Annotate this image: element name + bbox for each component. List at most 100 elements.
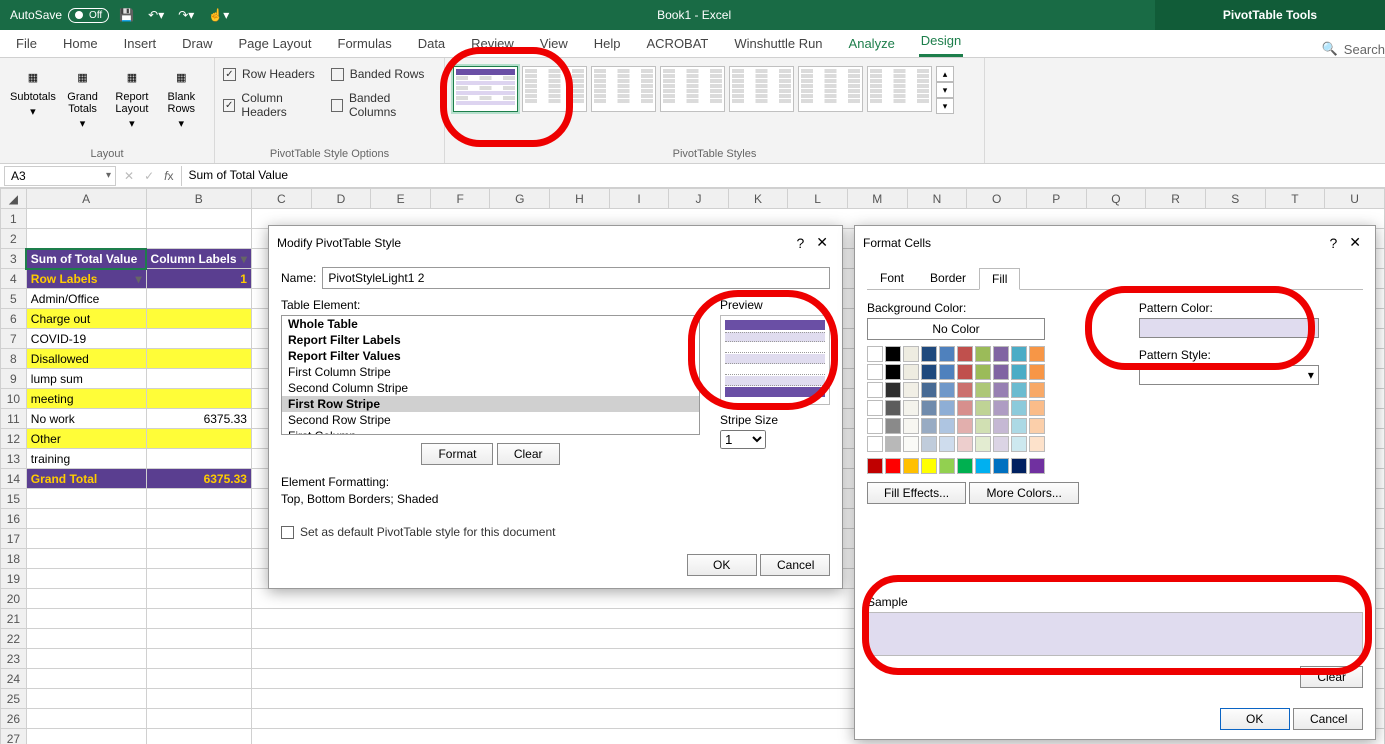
- cell[interactable]: 6375.33: [146, 409, 251, 429]
- fill-effects-button[interactable]: Fill Effects...: [867, 482, 966, 504]
- color-swatch[interactable]: [885, 458, 901, 474]
- cancel-button[interactable]: Cancel: [760, 554, 830, 576]
- row-header[interactable]: 19: [1, 569, 27, 589]
- color-swatch[interactable]: [1011, 382, 1027, 398]
- col-header[interactable]: U: [1325, 189, 1385, 209]
- row-header[interactable]: 1: [1, 209, 27, 229]
- clear-element-button[interactable]: Clear: [497, 443, 560, 465]
- color-swatch[interactable]: [921, 382, 937, 398]
- color-swatch[interactable]: [1029, 400, 1045, 416]
- help-icon[interactable]: ?: [790, 233, 810, 253]
- filter-dropdown-icon[interactable]: ▾: [136, 272, 142, 286]
- cell[interactable]: Admin/Office: [26, 289, 146, 309]
- undo-icon[interactable]: ↶▾: [144, 6, 168, 24]
- color-swatch[interactable]: [867, 364, 883, 380]
- row-header[interactable]: 16: [1, 509, 27, 529]
- gallery-up-button[interactable]: ▴: [936, 66, 954, 82]
- grand-totals-button[interactable]: ▦Grand Totals▾: [58, 62, 107, 133]
- col-header[interactable]: K: [728, 189, 788, 209]
- row-header[interactable]: 20: [1, 589, 27, 609]
- color-swatch[interactable]: [993, 364, 1009, 380]
- color-swatch[interactable]: [993, 436, 1009, 452]
- tab-border[interactable]: Border: [917, 267, 979, 289]
- color-swatch[interactable]: [1011, 364, 1027, 380]
- color-swatch[interactable]: [975, 400, 991, 416]
- row-header[interactable]: 3: [1, 249, 27, 269]
- col-header[interactable]: A: [26, 189, 146, 209]
- row-header[interactable]: 18: [1, 549, 27, 569]
- row-headers-checkbox[interactable]: ✓Row Headers: [223, 66, 315, 82]
- color-swatch[interactable]: [975, 364, 991, 380]
- color-swatch[interactable]: [975, 346, 991, 362]
- color-swatch[interactable]: [993, 400, 1009, 416]
- col-header[interactable]: F: [430, 189, 490, 209]
- banded-columns-checkbox[interactable]: Banded Columns: [331, 90, 436, 120]
- redo-icon[interactable]: ↷▾: [174, 6, 198, 24]
- color-swatch[interactable]: [867, 418, 883, 434]
- gallery-down-button[interactable]: ▾: [936, 82, 954, 98]
- col-header[interactable]: M: [847, 189, 907, 209]
- color-swatch[interactable]: [939, 400, 955, 416]
- formula-input[interactable]: Sum of Total Value: [181, 166, 1385, 186]
- color-swatch[interactable]: [921, 400, 937, 416]
- row-header[interactable]: 15: [1, 489, 27, 509]
- blank-rows-button[interactable]: ▦Blank Rows▾: [157, 62, 206, 133]
- style-swatch-selected[interactable]: [453, 66, 518, 112]
- tab-analyze[interactable]: Analyze: [847, 32, 897, 57]
- row-header[interactable]: 24: [1, 669, 27, 689]
- style-swatch[interactable]: [660, 66, 725, 112]
- color-swatch[interactable]: [939, 346, 955, 362]
- color-swatch[interactable]: [903, 364, 919, 380]
- cell[interactable]: Other: [26, 429, 146, 449]
- style-swatch[interactable]: [591, 66, 656, 112]
- cell[interactable]: Grand Total: [26, 469, 146, 489]
- color-swatch[interactable]: [1029, 418, 1045, 434]
- color-swatch[interactable]: [921, 436, 937, 452]
- color-swatch[interactable]: [903, 346, 919, 362]
- tab-font[interactable]: Font: [867, 267, 917, 289]
- row-header[interactable]: 27: [1, 729, 27, 744]
- clear-button[interactable]: Clear: [1300, 666, 1363, 688]
- tab-help[interactable]: Help: [592, 32, 623, 57]
- color-swatch[interactable]: [957, 418, 973, 434]
- color-swatch[interactable]: [921, 458, 937, 474]
- cell[interactable]: No work: [26, 409, 146, 429]
- color-swatch[interactable]: [885, 382, 901, 398]
- standard-color-palette[interactable]: [867, 458, 1057, 474]
- cell[interactable]: Charge out: [26, 309, 146, 329]
- row-header[interactable]: 26: [1, 709, 27, 729]
- row-header[interactable]: 13: [1, 449, 27, 469]
- color-swatch[interactable]: [885, 400, 901, 416]
- col-header[interactable]: R: [1146, 189, 1206, 209]
- theme-shade-palette[interactable]: [867, 364, 1057, 452]
- style-swatch[interactable]: [798, 66, 863, 112]
- color-swatch[interactable]: [975, 458, 991, 474]
- color-swatch[interactable]: [867, 346, 883, 362]
- color-swatch[interactable]: [885, 364, 901, 380]
- select-all-corner[interactable]: ◢: [1, 189, 27, 209]
- filter-dropdown-icon[interactable]: ▾: [241, 252, 247, 266]
- subtotals-button[interactable]: ▦Subtotals▾: [8, 62, 58, 133]
- col-header[interactable]: N: [907, 189, 967, 209]
- format-button[interactable]: Format: [421, 443, 493, 465]
- cell[interactable]: training: [26, 449, 146, 469]
- row-header[interactable]: 11: [1, 409, 27, 429]
- color-swatch[interactable]: [939, 364, 955, 380]
- col-header[interactable]: S: [1205, 189, 1265, 209]
- cell[interactable]: meeting: [26, 389, 146, 409]
- color-swatch[interactable]: [885, 346, 901, 362]
- tab-design[interactable]: Design: [919, 29, 963, 57]
- color-swatch[interactable]: [1029, 364, 1045, 380]
- color-swatch[interactable]: [867, 458, 883, 474]
- color-swatch[interactable]: [903, 418, 919, 434]
- col-header[interactable]: T: [1265, 189, 1325, 209]
- style-swatch[interactable]: [522, 66, 587, 112]
- row-header[interactable]: 10: [1, 389, 27, 409]
- tab-winshuttle[interactable]: Winshuttle Run: [732, 32, 824, 57]
- color-swatch[interactable]: [975, 418, 991, 434]
- col-header[interactable]: H: [550, 189, 610, 209]
- report-layout-button[interactable]: ▦Report Layout▾: [107, 62, 156, 133]
- color-swatch[interactable]: [903, 382, 919, 398]
- row-header[interactable]: 5: [1, 289, 27, 309]
- close-icon[interactable]: ✕: [1343, 232, 1367, 253]
